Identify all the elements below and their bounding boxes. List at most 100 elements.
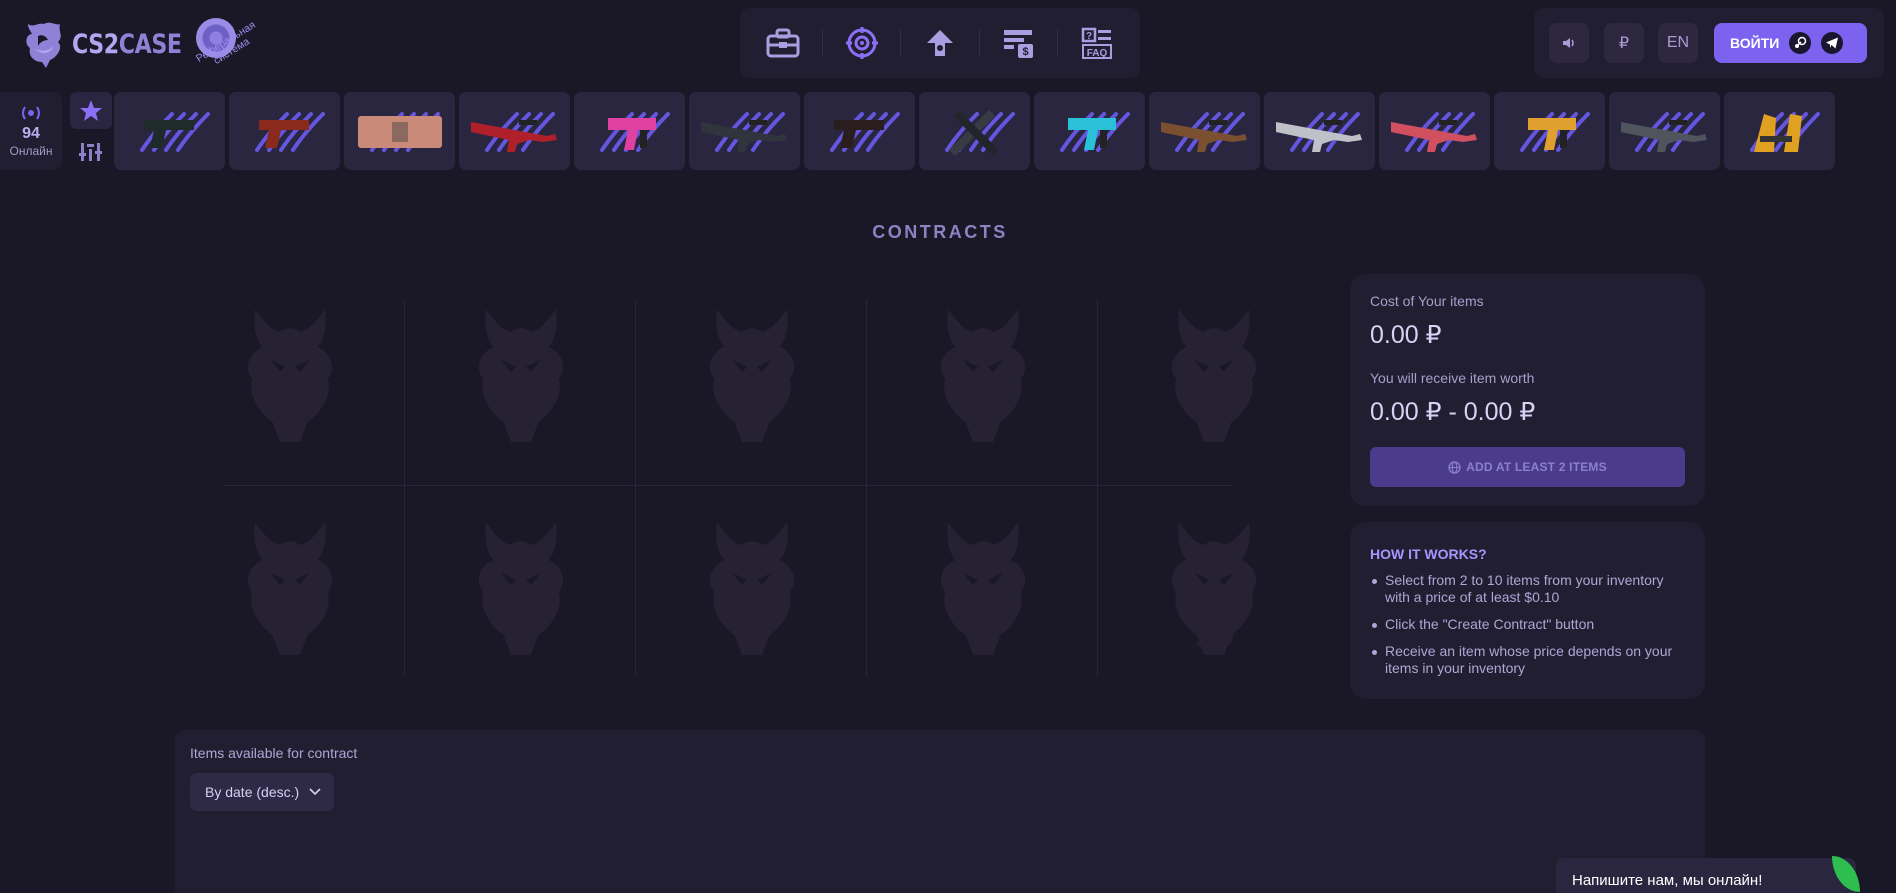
nav-divider: [821, 30, 823, 56]
currency-symbol: ₽: [1618, 35, 1630, 52]
online-count: 94: [22, 125, 40, 142]
cost-panel: Cost of Your items 0.00 ₽ You will recei…: [1350, 274, 1705, 506]
svg-text:?: ?: [1086, 31, 1092, 42]
how-step: Receive an item whose price depends on y…: [1370, 643, 1690, 677]
language-button[interactable]: EN: [1658, 23, 1698, 63]
live-drop-card[interactable]: [1149, 92, 1260, 170]
slot-number: 4: [973, 400, 994, 441]
slot-number: 7: [511, 613, 532, 654]
top-drops-filter[interactable]: [70, 92, 112, 129]
svg-text:$: $: [1023, 46, 1029, 58]
online-label: Онлайн: [9, 144, 53, 158]
inventory-items-section: Items available for contract By date (de…: [175, 730, 1705, 893]
create-contract-button[interactable]: ADD AT LEAST 2 ITEMS: [1370, 447, 1685, 487]
star-icon: [80, 99, 102, 121]
target-icon[interactable]: [838, 19, 886, 67]
chat-widget[interactable]: Напишите нам, мы онлайн!: [1556, 858, 1856, 893]
live-drops-strip: [114, 92, 1896, 170]
equalizer-icon: [79, 142, 102, 161]
rifle-icon: [1276, 112, 1362, 152]
live-drop-card[interactable]: [459, 92, 570, 170]
rifle-icon: [701, 112, 787, 152]
knife-icon: [945, 110, 1015, 156]
logo-text-case: CASE: [118, 28, 182, 60]
rifle-icon: [1161, 112, 1247, 152]
contract-slot[interactable]: 8: [637, 505, 868, 703]
upgrade-icon[interactable]: [916, 19, 964, 67]
live-drop-card[interactable]: [1264, 92, 1375, 170]
create-contract-label: ADD AT LEAST 2 ITEMS: [1466, 460, 1607, 474]
live-drop-card[interactable]: [1494, 92, 1605, 170]
contract-slot[interactable]: 1: [175, 292, 406, 490]
main-nav: $ ? FAQ: [740, 8, 1140, 78]
all-drops-filter[interactable]: [70, 133, 112, 170]
live-drop-card[interactable]: [1034, 92, 1145, 170]
user-controls: ₽ EN ВОЙТИ: [1534, 8, 1884, 78]
sort-dropdown[interactable]: By date (desc.): [190, 773, 334, 811]
slot-number: 6: [280, 613, 301, 654]
contract-slot[interactable]: 4: [868, 292, 1099, 490]
cases-icon[interactable]: [759, 19, 807, 67]
slot-number: 5: [1204, 400, 1225, 441]
login-button[interactable]: ВОЙТИ: [1714, 23, 1867, 63]
globe-icon: [1448, 460, 1461, 474]
live-drop-card[interactable]: [689, 92, 800, 170]
telegram-icon: [1821, 32, 1844, 54]
contract-slot[interactable]: 5: [1099, 292, 1330, 490]
strip-fade: [1836, 92, 1896, 170]
your-items-cost-label: Cost of Your items: [1370, 293, 1484, 309]
slot-number: 1: [280, 400, 301, 441]
receive-value: 0.00 ₽ - 0.00 ₽: [1370, 398, 1536, 426]
live-drop-card[interactable]: [804, 92, 915, 170]
smg-icon: [600, 112, 670, 152]
slot-number: 3: [742, 400, 763, 441]
live-filters: [70, 92, 112, 170]
slot-number: 10: [1194, 613, 1235, 654]
live-drop-card[interactable]: [1379, 92, 1490, 170]
chevron-down-icon: [309, 788, 321, 796]
referral-link[interactable]: Реферальная система: [192, 16, 258, 70]
contract-slot[interactable]: 2: [406, 292, 637, 490]
how-it-works-list: Select from 2 to 10 items from your inve…: [1370, 572, 1690, 687]
page-title: CONTRACTS: [872, 222, 1008, 242]
how-it-works-title: HOW IT WORKS?: [1370, 546, 1487, 562]
chat-label: Напишите нам, мы онлайн!: [1572, 872, 1763, 889]
rifle-icon: [471, 112, 557, 152]
live-drop-card[interactable]: [229, 92, 340, 170]
contract-slot[interactable]: 10: [1099, 505, 1330, 703]
faq-icon[interactable]: ? FAQ: [1073, 19, 1121, 67]
live-drop-card[interactable]: [114, 92, 225, 170]
contract-slot[interactable]: 3: [637, 292, 868, 490]
sound-toggle-button[interactable]: [1549, 23, 1589, 63]
pistol-icon: [830, 112, 900, 152]
how-step: Select from 2 to 10 items from your inve…: [1370, 572, 1690, 606]
smg-icon: [1060, 112, 1130, 152]
live-drop-card[interactable]: [919, 92, 1030, 170]
your-items-cost-value: 0.00 ₽: [1370, 321, 1442, 349]
language-label: EN: [1666, 34, 1690, 51]
receive-label: You will receive item worth: [1370, 370, 1535, 386]
live-drop-card[interactable]: [344, 92, 455, 170]
logo[interactable]: CS2CASE: [20, 18, 206, 70]
login-label: ВОЙТИ: [1730, 35, 1780, 51]
contract-slot[interactable]: 9: [868, 505, 1099, 703]
live-drop-card[interactable]: [1609, 92, 1720, 170]
live-drop-card[interactable]: [574, 92, 685, 170]
gloves-icon: [1750, 112, 1820, 152]
live-drop-card[interactable]: [1724, 92, 1835, 170]
contract-slot[interactable]: 6: [175, 505, 406, 703]
faq-icon-text: FAQ: [1086, 48, 1107, 59]
contract-slots: 1 2 3 4 5 6 7 8 9 10: [175, 292, 1285, 682]
contract-slot[interactable]: 7: [406, 505, 637, 703]
dragon-logo-icon: [26, 22, 61, 69]
pistol-icon: [140, 112, 210, 152]
rifle-icon: [1391, 112, 1477, 152]
contracts-icon[interactable]: $: [994, 19, 1042, 67]
case-icon: [358, 112, 442, 152]
pistol-icon: [255, 112, 325, 152]
sort-label: By date (desc.): [205, 784, 300, 800]
smg-icon: [1520, 112, 1590, 152]
steam-icon: [1789, 32, 1812, 54]
currency-button[interactable]: ₽: [1604, 23, 1644, 63]
nav-divider: [1056, 30, 1058, 56]
